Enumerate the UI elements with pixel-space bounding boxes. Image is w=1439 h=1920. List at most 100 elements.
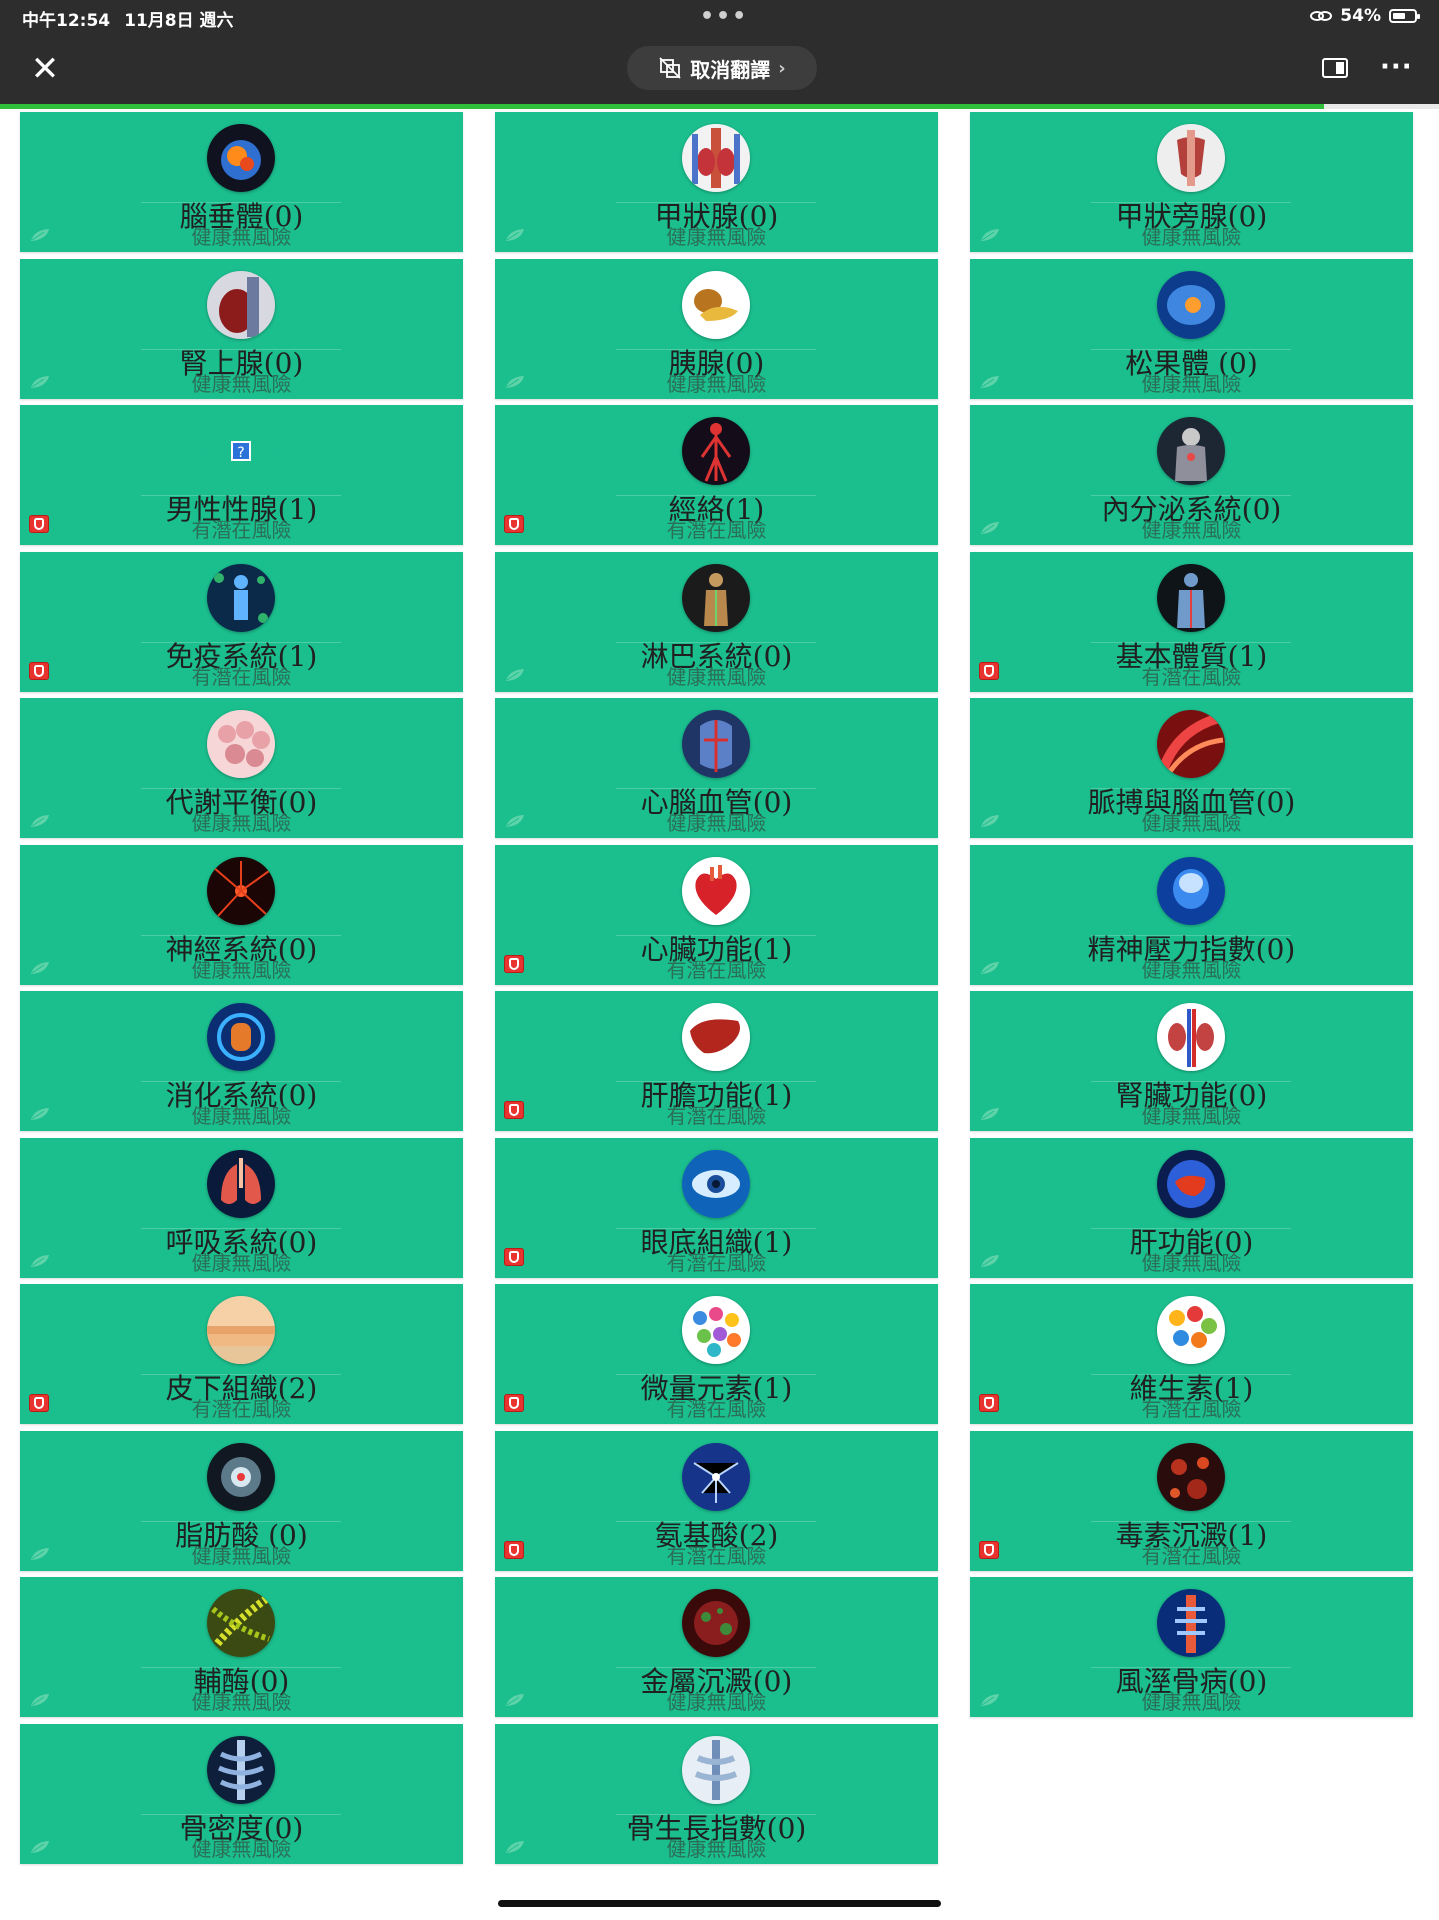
- metabolism-icon: [207, 710, 275, 778]
- battery-percent: 54%: [1340, 6, 1381, 26]
- missing-image-icon: ?: [207, 417, 275, 485]
- bone-density-icon: [207, 1736, 275, 1804]
- adrenal-icon: [207, 271, 275, 339]
- leaf-icon: [506, 376, 524, 388]
- health-category-card[interactable]: 經絡(1) 有潛在風險: [495, 405, 938, 545]
- cancel-translate-button[interactable]: 取消翻譯 ›: [627, 46, 817, 90]
- meridian-icon: [682, 417, 750, 485]
- leaf-icon: [31, 1255, 49, 1267]
- health-category-card[interactable]: 甲狀旁腺(0) 健康無風險: [970, 112, 1413, 252]
- health-category-card[interactable]: 脈搏與腦血管(0) 健康無風險: [970, 698, 1413, 838]
- card-status: 有潛在風險: [191, 1397, 292, 1421]
- health-category-card[interactable]: 心腦血管(0) 健康無風險: [495, 698, 938, 838]
- leaf-icon: [981, 522, 999, 534]
- toxin-icon: [1157, 1443, 1225, 1511]
- fatty-acid-icon: [207, 1443, 275, 1511]
- health-category-card[interactable]: 腦垂體(0) 健康無風險: [20, 112, 463, 252]
- health-category-card[interactable]: 胰腺(0) 健康無風險: [495, 259, 938, 399]
- shield-warning-icon: [504, 1394, 524, 1412]
- health-category-card[interactable]: 心臟功能(1) 有潛在風險: [495, 845, 938, 985]
- more-icon[interactable]: ···: [1380, 52, 1413, 82]
- leaf-icon: [31, 815, 49, 827]
- card-status: 健康無風險: [191, 1690, 292, 1714]
- health-category-card[interactable]: 神經系統(0) 健康無風險: [20, 845, 463, 985]
- pancreas-icon: [682, 271, 750, 339]
- bone-growth-icon: [682, 1736, 750, 1804]
- status-bar-left: 中午12:54 11月8日 週六: [22, 6, 248, 31]
- card-status: 健康無風險: [1141, 1690, 1242, 1714]
- card-status: 有潛在風險: [666, 1104, 767, 1128]
- health-category-card[interactable]: 骨密度(0) 健康無風險: [20, 1724, 463, 1864]
- health-category-card[interactable]: 淋巴系統(0) 健康無風險: [495, 552, 938, 692]
- card-status: 健康無風險: [666, 665, 767, 689]
- leaf-icon: [981, 1255, 999, 1267]
- health-category-card[interactable]: ? 男性性腺(1) 有潛在風險: [20, 405, 463, 545]
- split-view-icon[interactable]: [1322, 58, 1348, 78]
- health-category-card[interactable]: 輔酶(0) 健康無風險: [20, 1577, 463, 1717]
- health-category-card[interactable]: 呼吸系統(0) 健康無風險: [20, 1138, 463, 1278]
- card-status: 有潛在風險: [1141, 665, 1242, 689]
- svg-text:?: ?: [237, 445, 244, 461]
- health-category-card[interactable]: 代謝平衡(0) 健康無風險: [20, 698, 463, 838]
- pineal-icon: [1157, 271, 1225, 339]
- parathyroid-icon: [1157, 124, 1225, 192]
- close-icon[interactable]: ✕: [28, 52, 62, 86]
- health-category-card[interactable]: 眼底組織(1) 有潛在風險: [495, 1138, 938, 1278]
- health-category-card[interactable]: 甲狀腺(0) 健康無風險: [495, 112, 938, 252]
- health-category-card[interactable]: 腎上腺(0) 健康無風險: [20, 259, 463, 399]
- coenzyme-icon: [207, 1589, 275, 1657]
- health-category-card[interactable]: 肝功能(0) 健康無風險: [970, 1138, 1413, 1278]
- home-indicator[interactable]: [498, 1900, 941, 1907]
- health-category-card[interactable]: 肝膽功能(1) 有潛在風險: [495, 991, 938, 1131]
- digestive-icon: [207, 1003, 275, 1071]
- health-category-card[interactable]: 氨基酸(2) 有潛在風險: [495, 1431, 938, 1571]
- eye-icon: [682, 1150, 750, 1218]
- health-category-card[interactable]: 骨生長指數(0) 健康無風險: [495, 1724, 938, 1864]
- health-category-card[interactable]: 腎臟功能(0) 健康無風險: [970, 991, 1413, 1131]
- spine-icon: [1157, 1589, 1225, 1657]
- status-bar-right: 54%: [1310, 6, 1420, 26]
- shield-warning-icon: [504, 955, 524, 973]
- shield-warning-icon: [504, 1101, 524, 1119]
- brain-icon: [207, 124, 275, 192]
- health-category-card[interactable]: 維生素(1) 有潛在風險: [970, 1284, 1413, 1424]
- top-bar: 中午12:54 11月8日 週六 ••• 54% ✕ 取消翻譯 › ···: [0, 0, 1439, 104]
- shield-warning-icon: [979, 1394, 999, 1412]
- card-status: 健康無風險: [191, 372, 292, 396]
- shield-warning-icon: [979, 1541, 999, 1559]
- body-icon: [1157, 564, 1225, 632]
- health-category-card[interactable]: 基本體質(1) 有潛在風險: [970, 552, 1413, 692]
- card-status: 健康無風險: [666, 1837, 767, 1861]
- cancel-translate-label: 取消翻譯: [690, 57, 771, 82]
- health-category-card[interactable]: 微量元素(1) 有潛在風險: [495, 1284, 938, 1424]
- health-category-card[interactable]: 內分泌系統(0) 健康無風險: [970, 405, 1413, 545]
- health-category-card[interactable]: 脂肪酸 (0) 健康無風險: [20, 1431, 463, 1571]
- health-category-card[interactable]: 松果體 (0) 健康無風險: [970, 259, 1413, 399]
- health-category-card[interactable]: 消化系統(0) 健康無風險: [20, 991, 463, 1131]
- heart-icon: [682, 857, 750, 925]
- card-status: 有潛在風險: [666, 1544, 767, 1568]
- health-category-card[interactable]: 皮下組織(2) 有潛在風險: [20, 1284, 463, 1424]
- liver-glow-icon: [1157, 1150, 1225, 1218]
- vitamin-icon: [1157, 1296, 1225, 1364]
- link-icon: [1310, 11, 1333, 21]
- shield-warning-icon: [504, 515, 524, 533]
- head-icon: [1157, 857, 1225, 925]
- leaf-icon: [31, 1108, 49, 1120]
- shield-warning-icon: [29, 662, 49, 680]
- card-status: 有潛在風險: [666, 1251, 767, 1275]
- elements-icon: [682, 1296, 750, 1364]
- leaf-icon: [506, 1694, 524, 1706]
- health-category-card[interactable]: 風溼骨病(0) 健康無風險: [970, 1577, 1413, 1717]
- health-category-card[interactable]: 免疫系統(1) 有潛在風險: [20, 552, 463, 692]
- battery-icon: [1389, 9, 1420, 23]
- health-category-card[interactable]: 精神壓力指數(0) 健康無風險: [970, 845, 1413, 985]
- leaf-icon: [31, 1694, 49, 1706]
- multitask-dots-icon[interactable]: •••: [700, 4, 748, 29]
- card-status: 健康無風險: [1141, 811, 1242, 835]
- shield-warning-icon: [29, 515, 49, 533]
- shield-warning-icon: [504, 1248, 524, 1266]
- card-status: 有潛在風險: [191, 665, 292, 689]
- health-category-card[interactable]: 金屬沉澱(0) 健康無風險: [495, 1577, 938, 1717]
- health-category-card[interactable]: 毒素沉澱(1) 有潛在風險: [970, 1431, 1413, 1571]
